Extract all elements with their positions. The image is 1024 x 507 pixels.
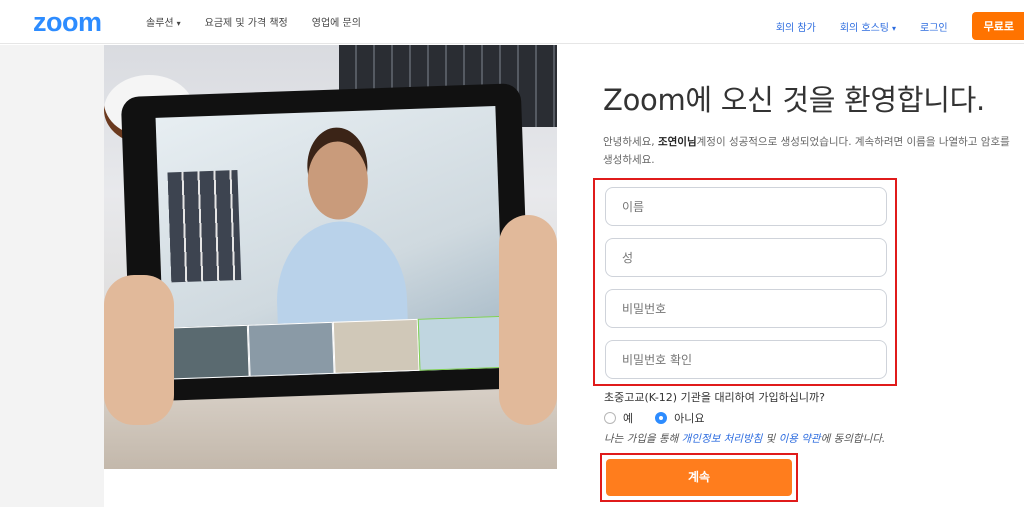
k12-yes-radio[interactable] — [604, 412, 616, 424]
chevron-down-icon: ▾ — [892, 23, 897, 33]
k12-radio-group: 예 아니요 — [604, 410, 727, 426]
account-name: 조연이님 — [657, 136, 697, 148]
agree-suffix: 에 동의합니다. — [820, 433, 886, 445]
signup-panel: Zoom에 오신 것을 환영합니다. 안녕하세요, 조연이님계정이 성공적으로 … — [557, 45, 1024, 507]
nav-join-meeting[interactable]: 회의 참가 — [776, 19, 816, 34]
privacy-policy-link[interactable]: 개인정보 처리방침 — [682, 433, 763, 445]
k12-no-label[interactable]: 아니요 — [674, 410, 704, 426]
first-name-input[interactable] — [605, 187, 887, 226]
nav-host-meeting[interactable]: 회의 호스팅 ▾ — [840, 19, 896, 34]
nav-contact-sales[interactable]: 영업에 문의 — [312, 14, 361, 29]
zoom-logo[interactable]: zoom — [33, 7, 102, 38]
intro-text: 안녕하세요, 조연이님계정이 성공적으로 생성되었습니다. 계속하려면 이름을 … — [603, 133, 1013, 169]
main-nav: 솔루션 ▾ 요금제 및 가격 책정 영업에 문의 — [146, 14, 385, 29]
account-nav: 회의 참가 회의 호스팅 ▾ 로그인 무료로 — [776, 12, 1024, 40]
name-password-form-highlight — [593, 178, 897, 386]
participant-thumbnail — [247, 321, 335, 377]
participant-thumbnail — [332, 318, 420, 374]
participant-thumbnails — [162, 315, 505, 380]
agree-prefix: 나는 가입을 통해 — [604, 433, 682, 445]
intro-prefix: 안녕하세요, — [603, 136, 658, 148]
chevron-down-icon: ▾ — [176, 19, 181, 28]
terms-of-service-link[interactable]: 이용 약관 — [779, 433, 821, 445]
nav-pricing[interactable]: 요금제 및 가격 책정 — [205, 14, 288, 29]
participant-thumbnail — [162, 324, 250, 380]
top-navigation-bar: zoom 솔루션 ▾ 요금제 및 가격 책정 영업에 문의 회의 참가 회의 호스… — [0, 0, 1024, 44]
participant-thumbnail — [417, 315, 505, 371]
password-input[interactable] — [605, 289, 887, 328]
continue-button-highlight: 계속 — [600, 453, 798, 502]
binders-graphic — [167, 170, 242, 283]
agree-and: 및 — [762, 433, 779, 445]
nav-host-label: 회의 호스팅 — [839, 22, 889, 34]
presenter-head — [306, 140, 370, 221]
right-hand-graphic — [499, 215, 557, 425]
confirm-password-input[interactable] — [605, 340, 887, 379]
left-hand-graphic — [104, 275, 174, 425]
tablet-screen — [155, 106, 505, 380]
page-title: Zoom에 오신 것을 환영합니다. — [603, 83, 985, 117]
nav-solutions[interactable]: 솔루션 ▾ — [146, 14, 181, 29]
hero-image — [104, 45, 557, 469]
k12-no-radio[interactable] — [655, 412, 668, 424]
k12-yes-label[interactable]: 예 — [623, 410, 633, 426]
nav-sign-in[interactable]: 로그인 — [920, 19, 948, 34]
nav-solutions-label: 솔루션 — [146, 18, 174, 29]
last-name-input[interactable] — [605, 238, 887, 277]
continue-button[interactable]: 계속 — [606, 459, 792, 496]
k12-question: 초중고교(K-12) 기관을 대리하여 가입하십니까? — [604, 391, 825, 404]
left-margin — [0, 45, 104, 507]
terms-agreement: 나는 가입을 통해 개인정보 처리방침 및 이용 약관에 동의합니다. — [604, 431, 885, 446]
tablet-graphic — [120, 83, 532, 402]
sign-up-free-button[interactable]: 무료로 — [971, 12, 1024, 40]
